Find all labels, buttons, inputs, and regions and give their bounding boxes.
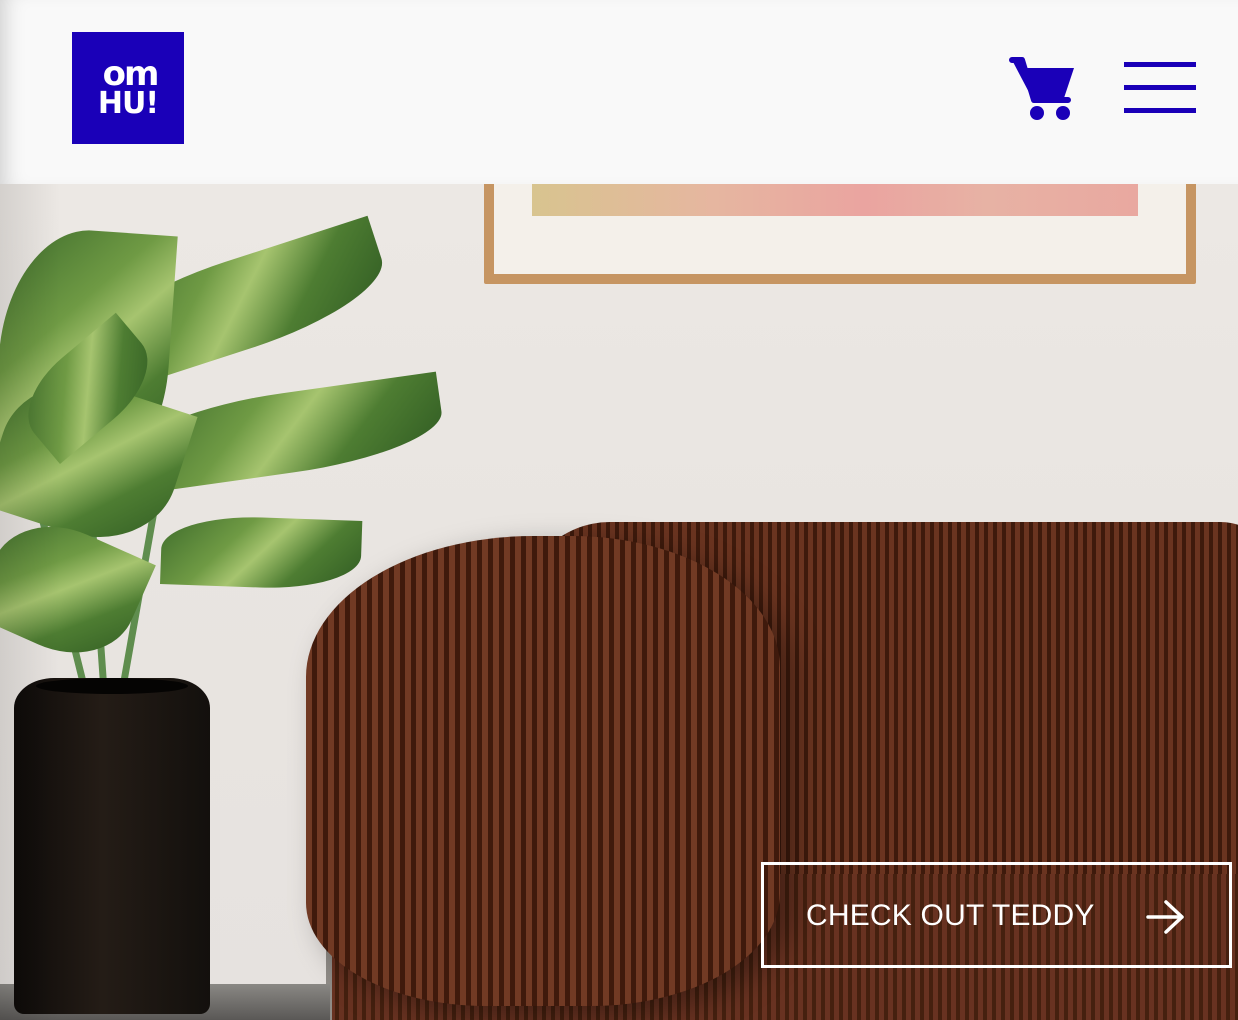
cart-button[interactable] <box>1008 54 1080 124</box>
arrow-right-icon <box>1146 900 1184 934</box>
wall-art-frame <box>484 184 1196 284</box>
menu-line <box>1124 85 1196 90</box>
sofa-armrest <box>306 536 780 1006</box>
site-header: om HU! <box>0 0 1238 184</box>
shopping-cart-icon <box>1009 57 1074 120</box>
check-out-teddy-button[interactable]: CHECK OUT TEDDY <box>761 862 1232 968</box>
edge-shade <box>0 184 60 1020</box>
plant-leaf <box>160 514 363 591</box>
hamburger-menu-icon <box>1124 62 1196 67</box>
menu-line <box>1124 108 1196 113</box>
cta-label: CHECK OUT TEDDY <box>806 899 1095 932</box>
brand-logo[interactable]: om HU! <box>72 32 184 144</box>
logo-line-1: om <box>102 54 160 95</box>
hamburger-menu-button[interactable] <box>1124 62 1196 114</box>
art-print <box>532 184 1138 216</box>
